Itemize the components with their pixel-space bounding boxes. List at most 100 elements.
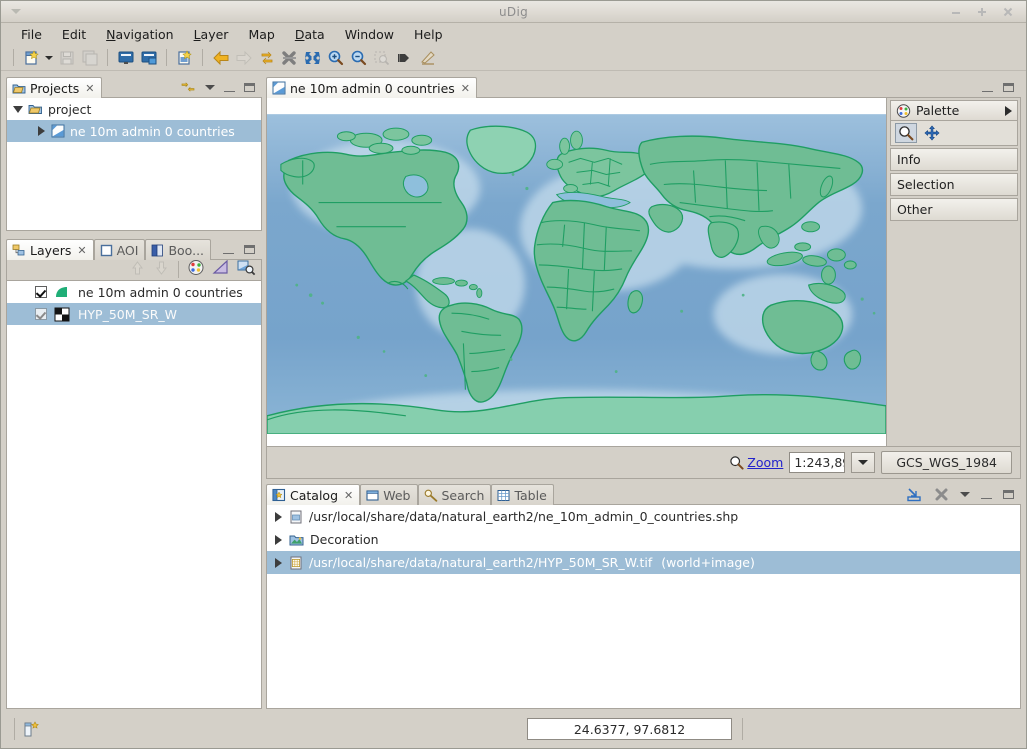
zoom-to-extent-button[interactable] bbox=[301, 47, 324, 69]
back-button[interactable] bbox=[209, 47, 232, 69]
scale-dropdown-button[interactable] bbox=[851, 452, 876, 473]
map-canvas[interactable] bbox=[267, 98, 886, 446]
expand-twisty-icon[interactable] bbox=[273, 557, 283, 568]
scale-input[interactable]: 1:243,89 bbox=[789, 452, 846, 473]
menu-data[interactable]: Data bbox=[285, 25, 335, 44]
zoom-tool[interactable] bbox=[895, 123, 917, 143]
right-panel-column: ne 10m admin 0 countries ✕ Palette Info … bbox=[264, 72, 1025, 711]
maximize-icon[interactable] bbox=[244, 82, 255, 92]
show-view-button[interactable] bbox=[114, 47, 137, 69]
magnifier-icon bbox=[730, 456, 744, 470]
zoom-to-layer-button[interactable] bbox=[237, 259, 256, 279]
catalog-row-decoration[interactable]: Decoration bbox=[267, 528, 1020, 551]
menu-navigation[interactable]: Navigation bbox=[96, 25, 183, 44]
save-all-button[interactable] bbox=[78, 47, 101, 69]
tab-search[interactable]: Search bbox=[417, 484, 492, 505]
tree-item-map[interactable]: ne 10m admin 0 countries bbox=[7, 120, 261, 142]
view-menu-icon[interactable] bbox=[205, 84, 215, 90]
zoom-to-selection-button[interactable] bbox=[370, 47, 393, 69]
pan-tool[interactable] bbox=[921, 123, 943, 143]
tab-map-editor[interactable]: ne 10m admin 0 countries ✕ bbox=[266, 77, 478, 98]
move-layer-down-button[interactable] bbox=[153, 260, 170, 279]
palette-section-selection[interactable]: Selection bbox=[890, 173, 1018, 196]
project-folder-icon bbox=[28, 105, 42, 114]
tab-web[interactable]: Web bbox=[360, 484, 418, 505]
layer-label: HYP_50M_SR_W bbox=[78, 306, 177, 322]
new-layer-button[interactable] bbox=[173, 47, 196, 69]
zoom-in-button[interactable] bbox=[324, 47, 347, 69]
forward-button[interactable] bbox=[232, 47, 255, 69]
palette-section-info[interactable]: Info bbox=[890, 148, 1018, 171]
decoration-folder-icon bbox=[289, 535, 304, 545]
collapse-twisty-icon[interactable] bbox=[36, 126, 46, 136]
zoom-link[interactable]: Zoom bbox=[729, 455, 783, 470]
new-dropdown-arrow[interactable] bbox=[43, 47, 55, 69]
clear-selection-button[interactable] bbox=[278, 47, 301, 69]
projects-tree[interactable]: project ne 10m admin 0 countries bbox=[6, 98, 262, 231]
minimize-icon[interactable] bbox=[982, 83, 993, 92]
tab-aoi[interactable]: AOI bbox=[93, 239, 146, 260]
menu-edit[interactable]: Edit bbox=[52, 25, 96, 44]
minimize-icon[interactable] bbox=[981, 490, 992, 499]
import-icon bbox=[907, 487, 921, 501]
tab-table[interactable]: Table bbox=[491, 484, 554, 505]
minimize-icon[interactable] bbox=[224, 83, 235, 92]
layer-row-raster[interactable]: HYP_50M_SR_W bbox=[7, 303, 261, 325]
layers-list[interactable]: ne 10m admin 0 countries HYP_50M_SR_W bbox=[6, 281, 262, 709]
style-editor-button[interactable] bbox=[187, 259, 205, 279]
palette-section-other[interactable]: Other bbox=[890, 198, 1018, 221]
chevron-right-icon[interactable] bbox=[1005, 105, 1012, 116]
maximize-icon[interactable] bbox=[244, 244, 255, 254]
layer-row-countries[interactable]: ne 10m admin 0 countries bbox=[7, 281, 261, 303]
transparency-button[interactable] bbox=[212, 259, 230, 279]
shapefile-icon bbox=[290, 510, 302, 523]
tab-projects-label: Projects bbox=[30, 80, 80, 96]
palette-header[interactable]: Palette bbox=[890, 100, 1018, 121]
close-icon[interactable]: ✕ bbox=[77, 244, 86, 257]
minimize-icon[interactable] bbox=[223, 245, 234, 254]
close-window-button[interactable] bbox=[1002, 6, 1014, 18]
next-button[interactable] bbox=[393, 47, 416, 69]
menu-file[interactable]: File bbox=[11, 25, 52, 44]
catalog-list[interactable]: /usr/local/share/data/natural_earth2/ne_… bbox=[266, 505, 1021, 709]
edit-tool-button[interactable] bbox=[416, 47, 439, 69]
status-separator bbox=[14, 718, 15, 740]
layer-visibility-checkbox[interactable] bbox=[35, 286, 47, 298]
layers-view-tabs: Layers ✕ AOI Boo... bbox=[6, 238, 262, 260]
layers-toolbar bbox=[6, 259, 262, 281]
move-layer-up-button[interactable] bbox=[129, 260, 146, 279]
expand-twisty-icon[interactable] bbox=[273, 534, 283, 545]
menu-layer[interactable]: Layer bbox=[184, 25, 239, 44]
new-map-button[interactable] bbox=[20, 47, 43, 69]
view-menu-icon[interactable] bbox=[960, 491, 970, 497]
show-map-view-button[interactable] bbox=[137, 47, 160, 69]
minimize-window-button[interactable] bbox=[950, 6, 962, 18]
tree-item-project[interactable]: project bbox=[7, 98, 261, 120]
close-icon[interactable]: ✕ bbox=[85, 82, 94, 95]
close-icon[interactable]: ✕ bbox=[344, 489, 353, 502]
save-button[interactable] bbox=[55, 47, 78, 69]
catalog-row-shapefile[interactable]: /usr/local/share/data/natural_earth2/ne_… bbox=[267, 505, 1020, 528]
expand-twisty-icon[interactable] bbox=[273, 511, 283, 522]
crs-button[interactable]: GCS_WGS_1984 bbox=[881, 451, 1012, 474]
menu-window[interactable]: Window bbox=[335, 25, 404, 44]
layer-visibility-checkbox[interactable] bbox=[35, 308, 47, 320]
catalog-row-raster[interactable]: /usr/local/share/data/natural_earth2/HYP… bbox=[267, 551, 1020, 574]
maximize-icon[interactable] bbox=[1003, 82, 1014, 92]
maximize-window-button[interactable] bbox=[976, 6, 988, 18]
tab-bookmarks-label: Boo... bbox=[168, 242, 205, 258]
catalog-row-label: /usr/local/share/data/natural_earth2/ne_… bbox=[309, 509, 739, 524]
refresh-button[interactable] bbox=[255, 47, 278, 69]
tab-layers[interactable]: Layers ✕ bbox=[6, 239, 94, 260]
zoom-out-button[interactable] bbox=[347, 47, 370, 69]
search-icon bbox=[424, 489, 437, 502]
tab-catalog[interactable]: Catalog ✕ bbox=[266, 484, 361, 505]
tab-projects[interactable]: Projects ✕ bbox=[6, 77, 102, 98]
maximize-icon[interactable] bbox=[1003, 489, 1014, 499]
menu-help[interactable]: Help bbox=[404, 25, 453, 44]
menu-map[interactable]: Map bbox=[238, 25, 284, 44]
close-icon[interactable]: ✕ bbox=[461, 82, 470, 95]
expand-twisty-icon[interactable] bbox=[13, 104, 23, 114]
tab-bookmarks[interactable]: Boo... bbox=[145, 239, 212, 260]
main-toolbar bbox=[1, 45, 1026, 71]
